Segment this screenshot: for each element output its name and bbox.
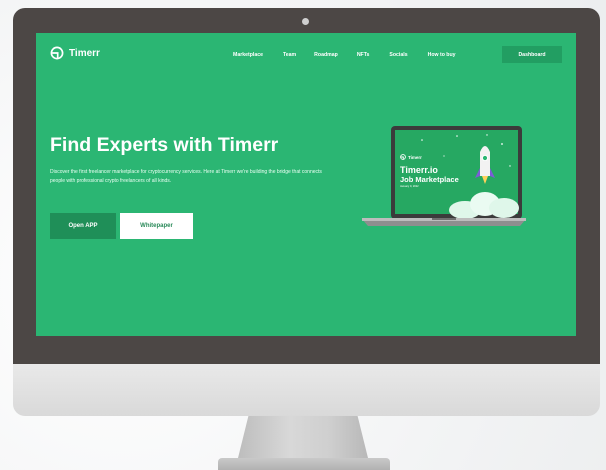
laptop-brand: Timerr [408,154,422,160]
open-app-button[interactable]: Open APP [50,213,116,239]
monitor-stand-neck [238,416,368,458]
laptop-title-line2: Job Marketplace [400,175,459,184]
hero-description: Discover the first freelancer marketplac… [50,169,322,184]
laptop-title-line1: Timerr.io [400,165,438,175]
monitor-stand-foot [218,458,390,470]
laptop-screen-content: Timerr Timerr.io Job Marketplace January… [400,154,510,188]
dashboard-button[interactable]: Dashboard [502,46,562,63]
monitor-camera [302,18,309,25]
monitor-chin [13,364,600,416]
laptop-timer-icon [400,154,406,160]
laptop-date: January 9, 2022 [400,185,419,188]
whitepaper-button[interactable]: Whitepaper [120,213,193,239]
main-navigation: Marketplace Team Roadmap NFTs Socials Ho… [233,52,456,58]
nav-item-socials[interactable]: Socials [389,52,407,58]
nav-item-nfts[interactable]: NFTs [357,52,370,58]
nav-item-roadmap[interactable]: Roadmap [314,52,338,58]
timer-logo-icon [50,46,64,60]
brand-logo[interactable]: Timerr [50,46,100,60]
nav-item-marketplace[interactable]: Marketplace [233,52,263,58]
website-screen: Timerr Marketplace Team Roadmap NFTs Soc… [36,33,576,336]
nav-item-how-to-buy[interactable]: How to buy [428,52,456,58]
brand-name: Timerr [69,47,100,59]
hero-title: Find Experts with Timerr [50,134,279,156]
nav-item-team[interactable]: Team [283,52,296,58]
